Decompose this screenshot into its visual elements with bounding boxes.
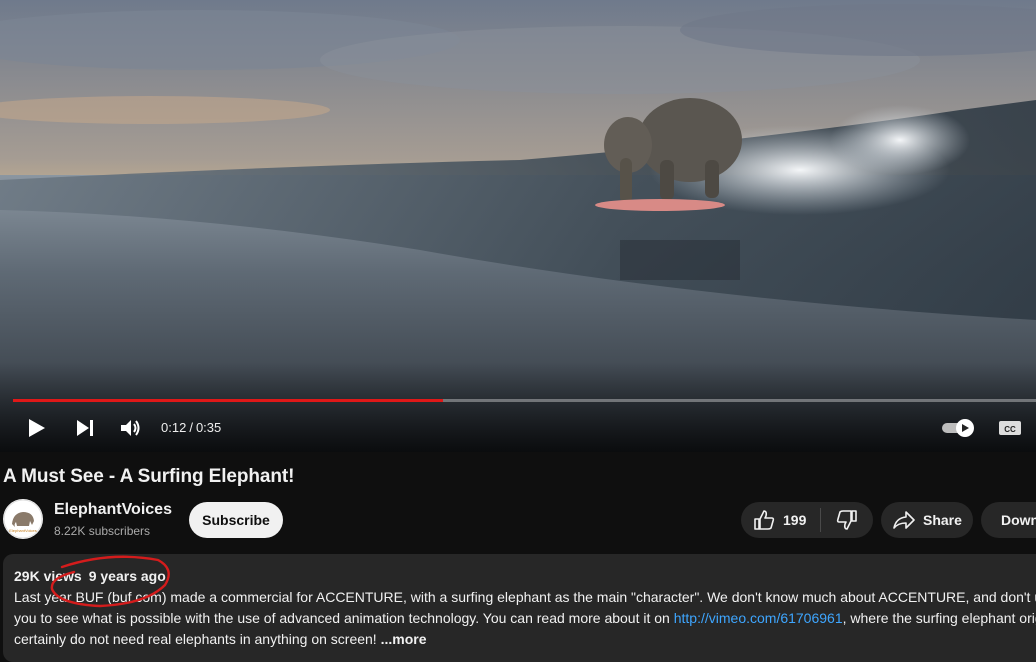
description-line-2-end: , where the surfing elephant origin <box>842 610 1036 626</box>
description-line-1: Last year BUF (buf.com) made a commercia… <box>14 589 1036 605</box>
skip-next-icon <box>77 420 93 436</box>
view-count: 29K views <box>14 568 82 584</box>
captions-button[interactable]: CC <box>996 408 1024 448</box>
channel-avatar[interactable]: ElephantVoices <box>3 499 43 539</box>
description-box[interactable]: 29K views 9 years ago Last year BUF (buf.… <box>3 554 1036 662</box>
next-button[interactable] <box>70 408 100 448</box>
like-count: 199 <box>783 512 807 528</box>
video-player[interactable]: 0:12/0:35 CC <box>0 0 1036 452</box>
svg-text:CC: CC <box>1004 425 1016 434</box>
like-button[interactable]: 199 <box>741 502 820 538</box>
video-title: A Must See - A Surfing Elephant! <box>3 466 295 487</box>
progress-bar[interactable] <box>13 399 1036 402</box>
time-display: 0:12/0:35 <box>161 408 221 448</box>
description-meta: 29K views 9 years ago <box>14 568 166 584</box>
play-icon <box>29 419 45 437</box>
autoplay-toggle-icon <box>942 419 974 437</box>
description-text: Last year BUF (buf.com) made a commercia… <box>14 587 1036 650</box>
subscribe-button[interactable]: Subscribe <box>189 502 283 538</box>
thumbs-up-icon <box>754 510 775 530</box>
time-separator: / <box>189 420 193 435</box>
show-more-link[interactable]: ...more <box>381 631 427 647</box>
download-button[interactable]: Download <box>981 502 1036 538</box>
duration: 0:35 <box>195 420 222 435</box>
progress-played <box>13 399 443 402</box>
volume-icon <box>121 420 140 436</box>
autoplay-toggle[interactable] <box>940 408 978 448</box>
description-line-3-text: certainly do not need real elephants in … <box>14 631 381 647</box>
description-line-2-start: you to see what is possible with the use… <box>14 610 674 626</box>
cc-icon: CC <box>999 421 1021 435</box>
description-line-3: certainly do not need real elephants in … <box>14 629 1036 650</box>
share-label: Share <box>923 512 962 528</box>
current-time: 0:12 <box>161 420 187 435</box>
thumbs-down-icon <box>836 510 857 530</box>
play-button[interactable] <box>22 408 52 448</box>
download-label: Download <box>1001 512 1036 528</box>
channel-name[interactable]: ElephantVoices <box>54 501 172 519</box>
share-arrow-icon <box>893 511 915 529</box>
like-dislike-group: 199 <box>741 502 873 538</box>
volume-button[interactable] <box>116 408 146 448</box>
channel-logo: ElephantVoices <box>3 499 43 539</box>
player-controls: 0:12/0:35 CC <box>0 408 1036 448</box>
share-button[interactable]: Share <box>881 502 973 538</box>
dislike-button[interactable] <box>821 502 873 538</box>
description-line-2: you to see what is possible with the use… <box>14 608 1036 629</box>
subscriber-count: 8.22K subscribers <box>54 524 151 538</box>
vimeo-link[interactable]: http://vimeo.com/61706961 <box>674 610 843 626</box>
svg-text:ElephantVoices: ElephantVoices <box>9 528 37 533</box>
upload-age: 9 years ago <box>88 568 166 584</box>
